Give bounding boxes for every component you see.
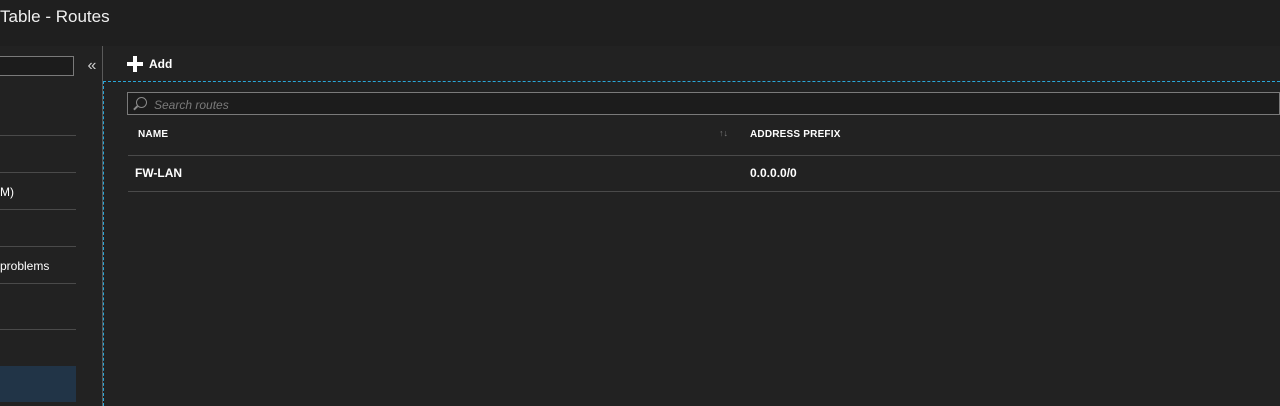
collapse-menu-icon[interactable]: « xyxy=(85,54,99,78)
route-name-cell: FW-LAN xyxy=(135,166,183,180)
table-row[interactable] xyxy=(128,156,1280,191)
plus-icon xyxy=(127,56,143,72)
title-bar: Table - Routes xyxy=(0,0,1280,46)
menu-divider xyxy=(0,209,76,210)
table-row-divider xyxy=(128,191,1280,192)
menu-divider xyxy=(0,135,76,136)
menu-item-selected[interactable] xyxy=(0,366,76,402)
blade-title: Table - Routes xyxy=(0,7,110,26)
menu-search-input[interactable] xyxy=(0,56,74,76)
menu-divider xyxy=(0,246,76,247)
sort-icon[interactable]: ↑↓ xyxy=(719,128,728,138)
search-routes-box[interactable] xyxy=(127,92,1280,116)
add-label: Add xyxy=(149,57,173,71)
menu-divider xyxy=(0,329,76,330)
search-routes-input[interactable] xyxy=(152,93,1276,116)
search-icon xyxy=(136,97,147,108)
menu-divider xyxy=(0,172,76,173)
column-header-address-prefix[interactable]: ADDRESS PREFIX xyxy=(750,129,841,140)
menu-item[interactable]: M) xyxy=(0,185,14,199)
add-route-button[interactable]: Add xyxy=(127,53,172,75)
resource-menu: M) problems xyxy=(0,46,76,406)
menu-divider xyxy=(0,283,76,284)
menu-item[interactable]: problems xyxy=(0,259,49,273)
column-header-name[interactable]: NAME xyxy=(138,129,168,140)
address-prefix-cell: 0.0.0.0/0 xyxy=(750,166,797,180)
routes-panel xyxy=(103,81,1280,406)
